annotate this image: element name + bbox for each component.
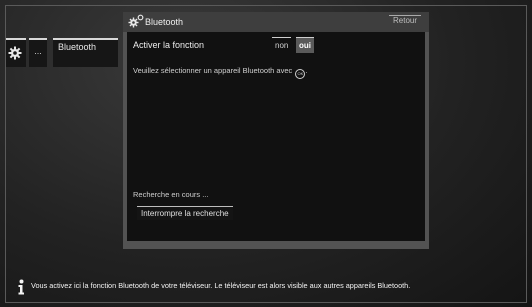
- info-bar: Vous activez ici la fonction Bluetooth d…: [0, 272, 532, 302]
- panel-body: Activer la fonction non oui Veuillez sél…: [127, 32, 425, 241]
- hint-suffix: .: [305, 66, 308, 75]
- breadcrumb-bluetooth[interactable]: Bluetooth: [53, 38, 118, 67]
- breadcrumb-ellipsis-label: ...: [34, 46, 42, 56]
- option-non-button[interactable]: non: [272, 37, 292, 53]
- breadcrumb-bluetooth-label: Bluetooth: [58, 42, 97, 52]
- select-device-hint: Veuillez sélectionner un appareil Blueto…: [133, 66, 307, 79]
- bluetooth-settings-icon: [128, 14, 144, 28]
- gear-icon: [8, 46, 22, 60]
- panel-header: Bluetooth Retour: [123, 12, 429, 32]
- ok-button-icon: OK: [295, 69, 306, 79]
- breadcrumb-ellipsis[interactable]: ...: [29, 38, 47, 67]
- activate-function-label: Activer la fonction: [133, 40, 205, 50]
- bluetooth-panel: Bluetooth Retour Activer la fonction non…: [123, 12, 429, 249]
- info-text: Vous activez ici la fonction Bluetooth d…: [31, 281, 411, 290]
- back-button[interactable]: Retour: [389, 15, 422, 25]
- breadcrumb-settings[interactable]: [6, 38, 26, 67]
- panel-title: Bluetooth: [145, 17, 184, 27]
- stop-search-button[interactable]: Interrompre la recherche: [137, 206, 233, 220]
- option-oui-button[interactable]: oui: [296, 37, 314, 53]
- hint-text: Veuillez sélectionner un appareil Blueto…: [133, 66, 293, 75]
- search-status: Recherche en cours ...: [133, 190, 209, 199]
- info-icon: [18, 279, 24, 295]
